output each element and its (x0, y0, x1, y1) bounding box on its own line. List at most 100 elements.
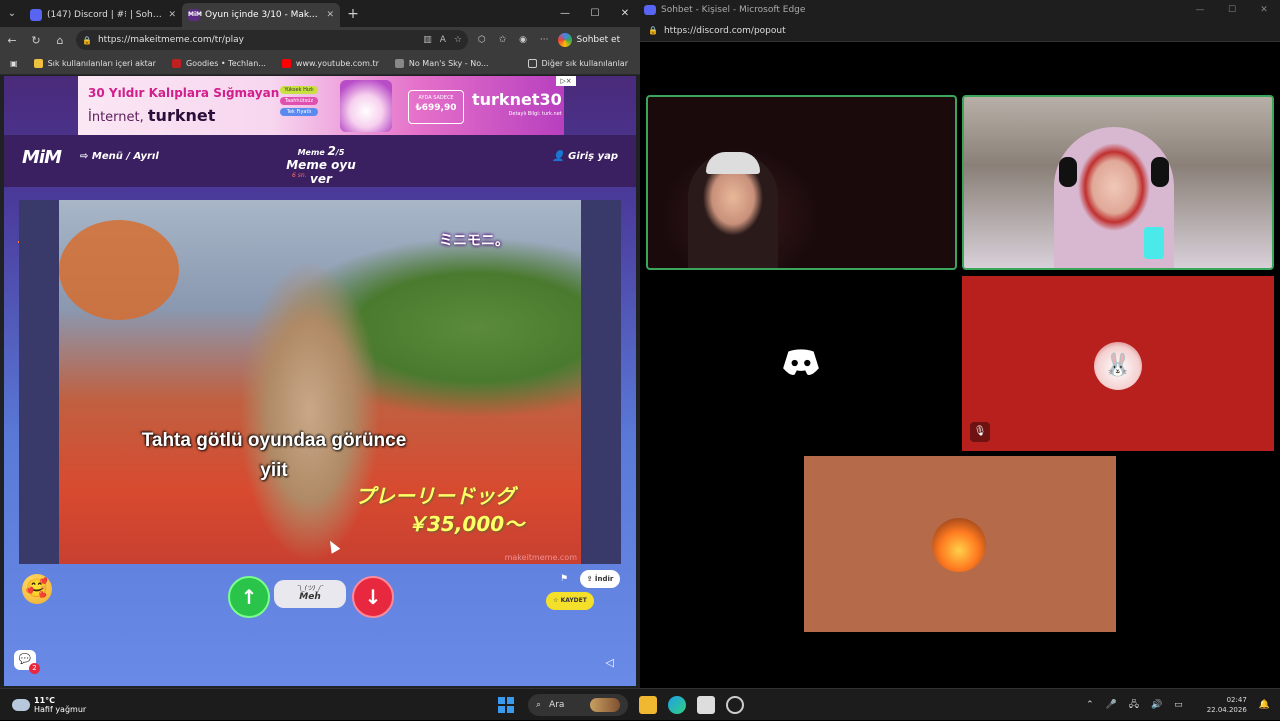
upvote-button[interactable]: ↑ (228, 576, 270, 618)
round-current: 2 (327, 144, 336, 158)
ad-line2: İnternet, turknet (88, 106, 215, 125)
address-bar[interactable]: 🔒 https://makeitmeme.com/tr/play ▥ A ☆ (76, 30, 468, 50)
ad-close-icon[interactable]: ▷× (556, 76, 576, 86)
more-icon[interactable]: ··· (540, 35, 549, 45)
save-button[interactable]: ☆ KAYDET (546, 592, 594, 610)
minimize-icon[interactable]: — (1184, 5, 1216, 15)
new-tab-button[interactable]: + (340, 6, 366, 22)
meme-caption: Tahta götlü oyundaa görünce yiit (141, 430, 407, 481)
weather-text: 11°C Hafif yağmur (34, 696, 86, 714)
download-button[interactable]: ⇪ İndir (580, 570, 620, 588)
search-highlight-image (590, 698, 620, 712)
ad-pill: Tek Fiyatlı (280, 108, 318, 116)
favorites-icon[interactable]: ✩ (499, 35, 507, 45)
ad-headline: 30 Yıldır Kalıplara Sığmayan (88, 86, 280, 100)
tab-discord[interactable]: (147) Discord | #⁝ | Sohbet ✕ (24, 3, 182, 27)
headphone-left (1059, 157, 1077, 187)
game-header: MiM ⇨ Menü / Ayrıl Meme 2/5 Meme oyu ver… (4, 135, 636, 243)
close-window-icon[interactable]: ✕ (610, 0, 640, 27)
ad-logo: turknet30 Detaylı Bilgi: turk.net (472, 90, 562, 117)
meme-video[interactable]: ミニモニ。 Tahta götlü oyundaa görünce yiit プ… (59, 200, 581, 564)
login-button[interactable]: 👤 Giriş yap (552, 151, 618, 162)
emoji-reaction-button[interactable]: 🥰 (22, 574, 52, 604)
maximize-icon[interactable]: ☐ (1216, 5, 1248, 15)
battery-icon[interactable]: ▭ (1174, 700, 1183, 710)
ad-logo-text: turknet30 (472, 90, 562, 109)
notification-icon[interactable]: 🔔 (1259, 700, 1270, 710)
profile-icon[interactable]: ◉ (519, 35, 527, 45)
sound-toggle-icon[interactable]: ◁ (606, 656, 614, 669)
round-counter: Meme 2/5 (280, 144, 362, 158)
weather-temp: 11°C (34, 695, 56, 705)
window-title: Sohbet - Kişisel - Microsoft Edge (661, 5, 806, 15)
volume-icon[interactable]: 🔊 (1151, 700, 1162, 710)
video-tile-participant-5[interactable] (804, 456, 1116, 632)
meh-face: ¯\_(ツ)_/¯ (296, 585, 324, 592)
chevron-up-icon[interactable]: ⌃ (1086, 700, 1094, 710)
ad-price-label: AYDA SADECE (418, 95, 454, 101)
home-icon[interactable]: ⌂ (48, 34, 72, 47)
report-flag-icon[interactable]: ⚑ (560, 574, 568, 584)
edge-icon[interactable] (668, 696, 686, 714)
weather-widget[interactable]: 11°C Hafif yağmur (12, 696, 86, 714)
video-tile-participant-3[interactable] (646, 276, 957, 451)
round-prefix: Meme (297, 148, 325, 157)
left-browser-window: ⌄ (147) Discord | #⁝ | Sohbet ✕ MiM Oyun… (0, 0, 640, 688)
copilot-button[interactable]: Sohbet et (558, 33, 620, 47)
mim-logo[interactable]: MiM (22, 147, 62, 168)
video-tile-participant-2[interactable] (962, 95, 1274, 270)
discord-favicon-icon (30, 9, 42, 21)
back-icon[interactable]: ← (0, 34, 24, 47)
right-address-bar[interactable]: 🔒 https://discord.com/popout (640, 20, 1280, 42)
url-text: https://makeitmeme.com/tr/play (97, 35, 245, 45)
other-bookmarks[interactable]: Diğer sık kullanılanlar (527, 59, 628, 68)
ad-logo-sub: Detaylı Bilgi: turk.net (508, 111, 562, 117)
translate-icon[interactable]: A (440, 35, 446, 45)
turknet-ad-banner[interactable]: 30 Yıldır Kalıplara Sığmayan İnternet, t… (78, 76, 576, 135)
minimize-icon[interactable]: — (550, 0, 580, 27)
bunny-avatar: 🐰 (1094, 342, 1142, 390)
close-window-icon[interactable]: ✕ (1248, 5, 1280, 15)
lock-icon: 🔒 (648, 26, 658, 35)
start-button[interactable] (498, 697, 514, 713)
bookmark-goodies[interactable]: Goodies • Techlan... (171, 59, 266, 68)
extensions-icon[interactable]: ⬡ (478, 35, 486, 45)
bookmark-youtube[interactable]: www.youtube.com.tr (281, 59, 379, 68)
cup-image (1144, 227, 1164, 259)
app-icon[interactable] (726, 696, 744, 714)
youtube-icon (281, 59, 291, 68)
downvote-button[interactable]: ↓ (352, 576, 394, 618)
url-text: https://discord.com/popout (663, 25, 786, 36)
network-icon[interactable]: 🖧 (1129, 697, 1139, 713)
system-tray: ⌃ 🎤 🖧 🔊 ▭ 02:47 22.04.2026 🔔 (1074, 689, 1270, 721)
bookmark-icon[interactable]: ▣ (10, 59, 18, 68)
video-watermark: ミニモニ。 (439, 233, 509, 249)
download-label: İndir (594, 575, 614, 583)
tab-makeitmeme[interactable]: MiM Oyun içinde 3/10 - Make it Meme ✕ (182, 3, 340, 27)
bookmark-label: Goodies • Techlan... (185, 59, 266, 68)
file-explorer-icon[interactable] (639, 696, 657, 714)
favorite-star-icon[interactable]: ☆ (454, 35, 462, 45)
video-tile-participant-1[interactable] (646, 95, 957, 270)
tab-actions-icon[interactable]: ⌄ (0, 8, 24, 19)
bookmark-label: www.youtube.com.tr (295, 59, 379, 68)
chat-button[interactable]: 💬 2 (14, 650, 40, 674)
bookmark-nomanssky[interactable]: No Man's Sky - No... (394, 59, 489, 68)
store-icon[interactable] (697, 696, 715, 714)
maximize-icon[interactable]: ☐ (580, 0, 610, 27)
video-tile-participant-4[interactable]: 🐰 🎙 (962, 276, 1274, 451)
taskbar-search[interactable]: ⌕ Ara (528, 694, 628, 716)
menu-leave-button[interactable]: ⇨ Menü / Ayrıl (80, 151, 159, 162)
tab-close-icon[interactable]: ✕ (326, 10, 334, 20)
address-bar-row: ← ↻ ⌂ 🔒 https://makeitmeme.com/tr/play ▥… (0, 27, 640, 53)
ad-brand: turknet (147, 106, 216, 125)
bookmark-import[interactable]: Sık kullanılanları içeri aktar (33, 59, 156, 68)
tab-title: Oyun içinde 3/10 - Make it Meme (205, 10, 320, 20)
clock[interactable]: 02:47 22.04.2026 (1195, 695, 1247, 715)
tab-title: (147) Discord | #⁝ | Sohbet (47, 10, 163, 20)
split-screen-icon[interactable]: ▥ (423, 35, 432, 45)
refresh-icon[interactable]: ↻ (24, 34, 48, 47)
tab-close-icon[interactable]: ✕ (168, 10, 176, 20)
microphone-icon[interactable]: 🎤 (1106, 700, 1117, 710)
meh-vote-button[interactable]: ¯\_(ツ)_/¯ Meh (274, 580, 346, 608)
